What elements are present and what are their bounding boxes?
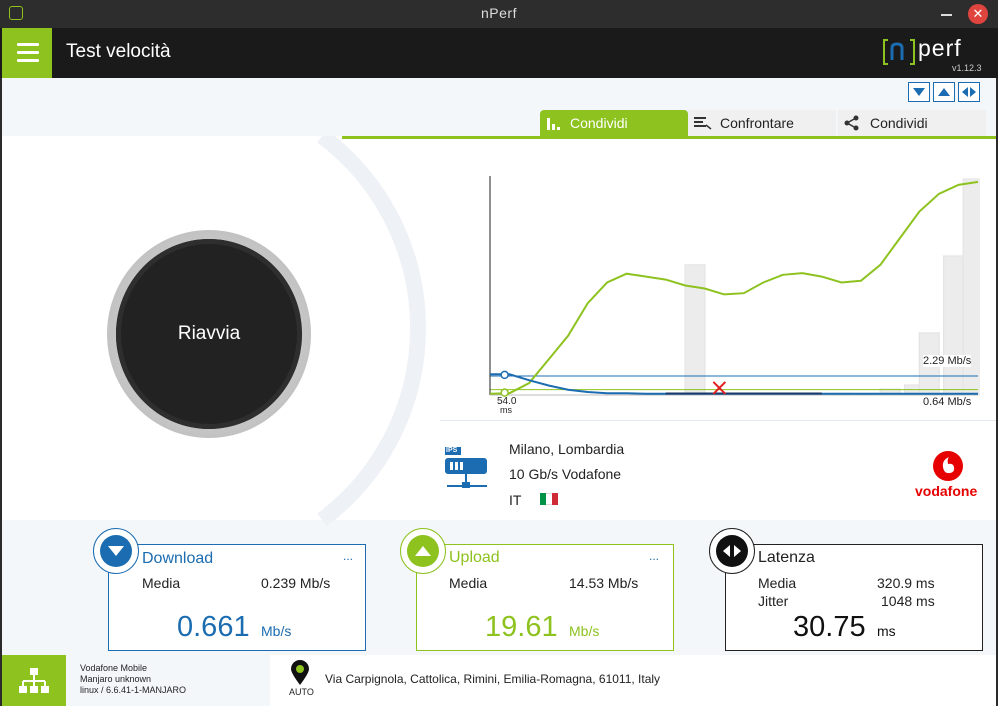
latency-value: 30.75 — [793, 611, 866, 643]
compare-icon — [694, 117, 712, 130]
latency-avg-value: 320.9 ms — [877, 575, 935, 591]
tab-confrontare[interactable]: Confrontare — [688, 110, 836, 136]
ips-label: IPS — [446, 447, 458, 454]
download-start-marker — [500, 370, 509, 380]
share-icon — [844, 115, 859, 131]
chart-divider — [440, 420, 996, 421]
close-button[interactable]: ✕ — [968, 4, 988, 24]
upload-title: Upload — [449, 549, 500, 566]
download-icon-circle — [93, 528, 139, 574]
window-titlebar: nPerf ✕ — [0, 0, 998, 28]
restart-button-label: Riavvia — [177, 323, 241, 344]
expand-horizontal-button[interactable] — [958, 82, 980, 102]
upload-card: Upload ... Media 14.53 Mb/s 19.61 Mb/s — [416, 544, 674, 651]
tab-label: Condividi — [870, 115, 928, 131]
latency-unit: ms — [877, 623, 896, 639]
network-info: Vodafone Mobile Manjaro unknown linux / … — [66, 655, 270, 706]
upload-avg-label: Media — [449, 575, 488, 591]
tab-label: Confrontare — [720, 115, 794, 131]
isp-name: vodafone — [915, 483, 978, 499]
tab-label: Condividi — [570, 115, 628, 131]
network-button[interactable] — [2, 655, 66, 706]
jitter-label: Jitter — [758, 593, 789, 609]
chart-bar — [943, 255, 965, 396]
download-arrow-icon — [108, 546, 124, 556]
app-version: v1.12.3 — [952, 63, 982, 73]
server-capacity: 10 Gb/s Vodafone — [509, 466, 622, 482]
restart-button[interactable]: Riavvia — [107, 230, 311, 438]
italy-flag-icon — [540, 493, 558, 505]
network-icon — [19, 668, 49, 693]
collapse-up-button[interactable] — [933, 82, 955, 102]
latency-title: Latenza — [758, 549, 815, 566]
hamburger-menu-button[interactable] — [2, 28, 52, 78]
upload-more-button[interactable]: ... — [649, 549, 659, 563]
download-avg-value: 0.239 Mb/s — [261, 575, 331, 591]
location-mode: AUTO — [289, 687, 314, 697]
upload-unit: Mb/s — [569, 623, 600, 639]
jitter-value: 1048 ms — [881, 593, 935, 609]
network-name: Vodafone Mobile — [80, 663, 148, 673]
speed-chart — [489, 176, 980, 397]
upload-arrow-icon — [415, 546, 431, 556]
logo-text: perf — [918, 35, 962, 61]
location-pin-icon[interactable] — [290, 660, 310, 686]
minimize-button[interactable] — [941, 14, 952, 16]
bar-chart-icon — [547, 118, 560, 130]
download-title: Download — [142, 550, 214, 567]
latency-icon-circle — [709, 528, 755, 574]
tab-condividi-chart[interactable]: Condividi — [540, 110, 688, 136]
latency-unit-label: ms — [500, 405, 512, 415]
download-card: Download ... Media 0.239 Mb/s 0.661 Mb/s — [108, 544, 366, 651]
triangle-up-icon — [938, 88, 950, 96]
kernel-version: linux / 6.6.41-1-MANJARO — [80, 685, 187, 695]
address-text: Via Carpignola, Cattolica, Rimini, Emili… — [325, 672, 661, 686]
download-avg-label: Media — [142, 575, 181, 591]
tab-condividi-share[interactable]: Condividi — [838, 110, 986, 136]
triangle-down-icon — [913, 88, 925, 96]
location-panel: AUTO Via Carpignola, Cattolica, Rimini, … — [270, 655, 996, 706]
left-right-arrows-icon — [962, 87, 976, 97]
upload-icon-circle — [400, 528, 446, 574]
upload-avg-value: 14.53 Mb/s — [569, 575, 639, 591]
download-value: 0.661 — [177, 611, 250, 643]
download-more-button[interactable]: ... — [343, 549, 353, 563]
vodafone-logo-icon — [933, 451, 963, 481]
nperf-logo: perf v1.12.3 — [880, 34, 990, 74]
upload-series-line — [489, 180, 979, 395]
os-name: Manjaro unknown — [80, 674, 152, 684]
latency-avg-label: Media — [758, 575, 797, 591]
download-avg-label: 0.64 Mb/s — [923, 396, 972, 408]
upload-value: 19.61 — [485, 611, 558, 643]
left-right-arrows-icon — [723, 545, 741, 557]
download-unit: Mb/s — [261, 623, 292, 639]
server-location: Milano, Lombardia — [509, 441, 625, 457]
server-country: IT — [509, 492, 522, 508]
error-x-icon — [712, 381, 727, 395]
collapse-down-button[interactable] — [908, 82, 930, 102]
page-title: Test velocità — [66, 41, 171, 62]
upload-avg-label: 2.29 Mb/s — [923, 355, 972, 367]
chart-bar — [684, 264, 706, 396]
latency-card: Latenza Media 320.9 ms Jitter 1048 ms 30… — [725, 544, 983, 651]
window-title: nPerf — [481, 5, 517, 21]
